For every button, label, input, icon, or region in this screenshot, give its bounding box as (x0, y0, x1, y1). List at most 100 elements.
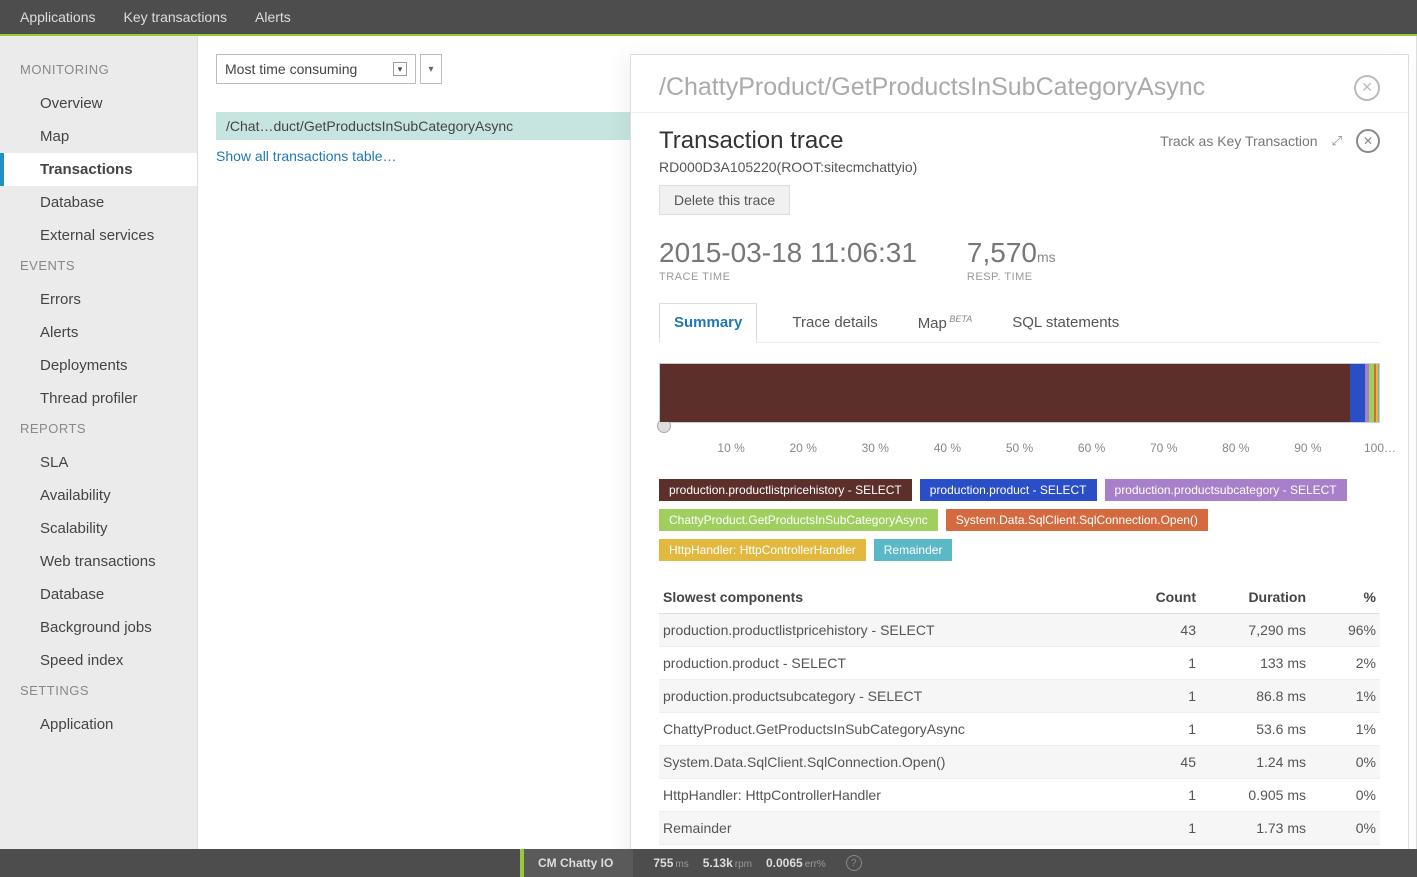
show-all-link[interactable]: Show all transactions table… (216, 148, 397, 164)
cell-count: 1 (1116, 655, 1196, 671)
host-label: RD000D3A105220(ROOT:sitecmchattyio) (659, 159, 1380, 175)
nav-key-transactions[interactable]: Key transactions (124, 9, 228, 25)
nav-alerts[interactable]: Alerts (255, 9, 291, 25)
cell-duration: 53.6 ms (1196, 721, 1306, 737)
tab-map[interactable]: Map BETA (913, 303, 978, 342)
axis-tick: 10 % (717, 441, 744, 455)
table-row[interactable]: HttpHandler: HttpControllerHandler10.905… (659, 779, 1380, 812)
resp-time-value: 7,570ms (967, 237, 1056, 269)
th-component: Slowest components (663, 589, 1116, 605)
sidebar-item-database[interactable]: Database (0, 186, 197, 219)
trace-chart: 10 %20 %30 %40 %50 %60 %70 %80 %90 %100… (659, 363, 1380, 465)
table-row[interactable]: System.Data.SqlClient.SqlConnection.Open… (659, 746, 1380, 779)
axis-tick: 70 % (1150, 441, 1177, 455)
cell-count: 45 (1116, 754, 1196, 770)
sidebar-item-errors[interactable]: Errors (0, 283, 197, 316)
delete-trace-button[interactable]: Delete this trace (659, 185, 790, 215)
axis-tick: 50 % (1006, 441, 1033, 455)
legend-chip[interactable]: Remainder (874, 539, 953, 561)
sidebar-item-external-services[interactable]: External services (0, 219, 197, 252)
axis-tick: 90 % (1294, 441, 1321, 455)
sidebar-item-transactions[interactable]: Transactions (0, 153, 197, 186)
sidebar-item-sla[interactable]: SLA (0, 446, 197, 479)
nav-applications[interactable]: Applications (20, 9, 96, 25)
cell-pct: 1% (1306, 721, 1376, 737)
table-row[interactable]: Remainder11.73 ms0% (659, 812, 1380, 845)
legend-chip[interactable]: HttpHandler: HttpControllerHandler (659, 539, 866, 561)
cell-duration: 7,290 ms (1196, 622, 1306, 638)
table-row[interactable]: production.productsubcategory - SELECT18… (659, 680, 1380, 713)
cell-count: 1 (1116, 688, 1196, 704)
legend-chip[interactable]: production.product - SELECT (920, 479, 1097, 501)
axis-tick: 60 % (1078, 441, 1105, 455)
table-row[interactable]: production.product - SELECT1133 ms2% (659, 647, 1380, 680)
help-icon[interactable]: ? (846, 855, 862, 871)
cell-count: 1 (1116, 820, 1196, 836)
cell-duration: 133 ms (1196, 655, 1306, 671)
legend-chip[interactable]: ChattyProduct.GetProductsInSubCategoryAs… (659, 509, 938, 531)
cell-count: 43 (1116, 622, 1196, 638)
cell-pct: 0% (1306, 820, 1376, 836)
components-table: Slowest components Count Duration % prod… (659, 581, 1380, 845)
close-icon[interactable]: ✕ (1354, 75, 1380, 101)
panel-title: Transaction trace (659, 127, 844, 155)
sidebar-item-scalability[interactable]: Scalability (0, 512, 197, 545)
cell-duration: 86.8 ms (1196, 688, 1306, 704)
legend-chip[interactable]: production.productlistpricehistory - SEL… (659, 479, 912, 501)
cell-name: HttpHandler: HttpControllerHandler (663, 787, 1116, 803)
axis-tick: 20 % (790, 441, 817, 455)
sidebar-item-deployments[interactable]: Deployments (0, 349, 197, 382)
sidebar-item-overview[interactable]: Overview (0, 87, 197, 120)
table-row[interactable]: production.productlistpricehistory - SEL… (659, 614, 1380, 647)
legend-chip[interactable]: production.productsubcategory - SELECT (1105, 479, 1347, 501)
sort-select-label: Most time consuming (225, 61, 357, 77)
sidebar-item-thread-profiler[interactable]: Thread profiler (0, 382, 197, 415)
footer-bar: CM Chatty IO 755ms5.13krpm0.0065err%? (0, 849, 1417, 877)
cell-name: ChattyProduct.GetProductsInSubCategoryAs… (663, 721, 1116, 737)
sidebar-item-alerts[interactable]: Alerts (0, 316, 197, 349)
cell-pct: 2% (1306, 655, 1376, 671)
chart-segment (1378, 364, 1379, 422)
track-key-transaction-link[interactable]: Track as Key Transaction (1160, 133, 1317, 149)
cell-name: System.Data.SqlClient.SqlConnection.Open… (663, 754, 1116, 770)
trace-panel: /ChattyProduct/GetProductsInSubCategoryA… (630, 54, 1409, 877)
footer-metric: 5.13krpm (703, 856, 752, 870)
footer-app-name[interactable]: CM Chatty IO (524, 849, 633, 877)
cell-pct: 0% (1306, 787, 1376, 803)
sidebar-item-web-transactions[interactable]: Web transactions (0, 545, 197, 578)
sidebar-section: SETTINGS (0, 677, 197, 708)
th-count: Count (1116, 589, 1196, 605)
sidebar-item-map[interactable]: Map (0, 120, 197, 153)
axis-tick: 40 % (934, 441, 961, 455)
cell-count: 1 (1116, 787, 1196, 803)
sidebar-item-background-jobs[interactable]: Background jobs (0, 611, 197, 644)
th-duration: Duration (1196, 589, 1306, 605)
table-row[interactable]: ChattyProduct.GetProductsInSubCategoryAs… (659, 713, 1380, 746)
trace-time-value: 2015-03-18 11:06:31 (659, 237, 917, 269)
resp-time-label: RESP. TIME (967, 271, 1056, 283)
cell-duration: 0.905 ms (1196, 787, 1306, 803)
sidebar-section: REPORTS (0, 415, 197, 446)
cell-name: production.productlistpricehistory - SEL… (663, 622, 1116, 638)
cell-pct: 0% (1306, 754, 1376, 770)
cell-duration: 1.73 ms (1196, 820, 1306, 836)
axis-tick: 80 % (1222, 441, 1249, 455)
cell-duration: 1.24 ms (1196, 754, 1306, 770)
trace-time-label: TRACE TIME (659, 271, 917, 283)
legend-chip[interactable]: System.Data.SqlClient.SqlConnection.Open… (946, 509, 1208, 531)
expand-icon[interactable]: ⤢ (1332, 133, 1342, 149)
cell-name: Remainder (663, 820, 1116, 836)
tab-sql-statements[interactable]: SQL statements (1007, 303, 1124, 342)
sort-select[interactable]: Most time consuming ▾ (216, 54, 416, 84)
tab-trace-details[interactable]: Trace details (787, 303, 882, 342)
chart-segment (1350, 364, 1364, 422)
close-trace-icon[interactable]: ✕ (1356, 129, 1380, 153)
sidebar-item-database[interactable]: Database (0, 578, 197, 611)
top-nav: Applications Key transactions Alerts (0, 0, 1417, 36)
sidebar-item-speed-index[interactable]: Speed index (0, 644, 197, 677)
sidebar-item-application[interactable]: Application (0, 708, 197, 741)
tab-summary[interactable]: Summary (659, 303, 757, 343)
sort-expand-button[interactable]: ▾ (420, 54, 442, 84)
sidebar-item-availability[interactable]: Availability (0, 479, 197, 512)
cell-name: production.productsubcategory - SELECT (663, 688, 1116, 704)
